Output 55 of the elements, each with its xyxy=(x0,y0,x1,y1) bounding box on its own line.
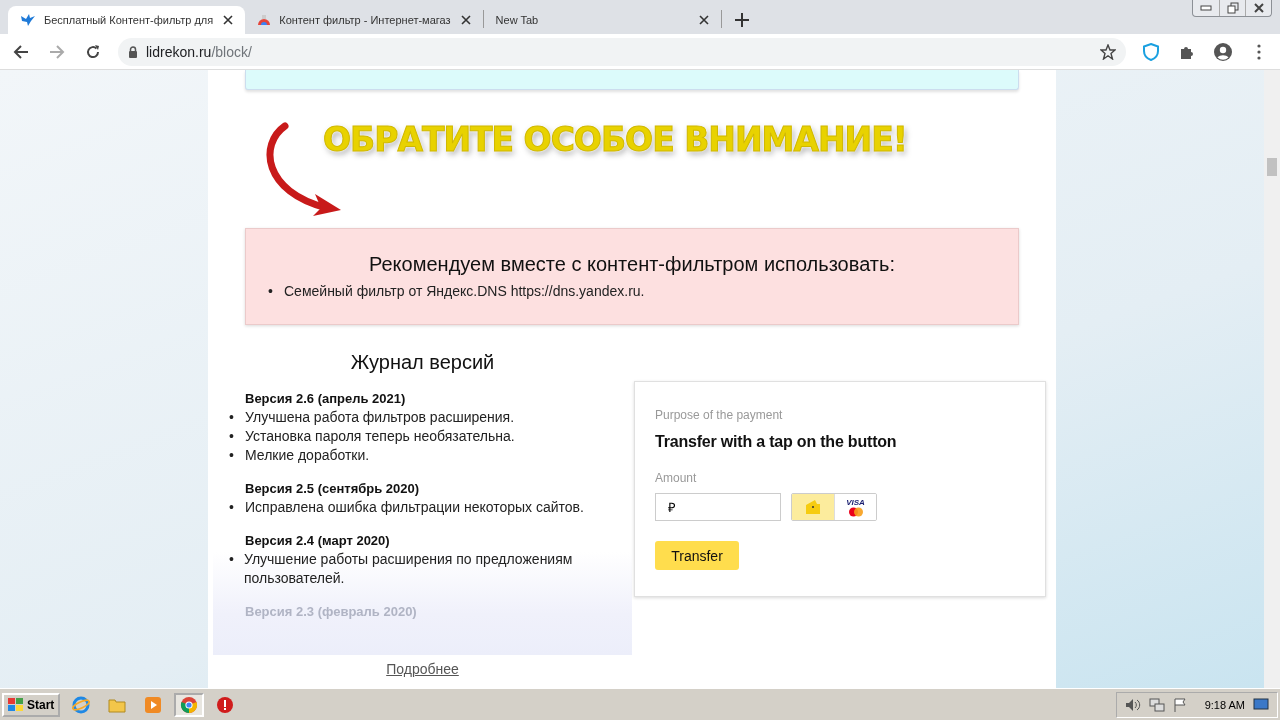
flag-icon[interactable] xyxy=(1172,697,1187,712)
profile-icon[interactable] xyxy=(1213,41,1233,62)
stop-icon[interactable] xyxy=(216,695,235,714)
close-icon[interactable] xyxy=(1252,3,1265,13)
recommendation-title: Рекомендуем вместе с контент-фильтром использовать: xyxy=(368,253,896,276)
plus-icon[interactable] xyxy=(734,13,749,27)
taskbar-app[interactable] xyxy=(174,692,205,717)
store-icon xyxy=(257,13,272,27)
browser-tab[interactable]: Бесплатный Контент-фильтр для xyxy=(8,6,246,34)
speaker-icon[interactable] xyxy=(1124,697,1141,712)
restore-icon[interactable] xyxy=(1226,2,1239,14)
changelog-item: • Исправлена ошибка фильтрации некоторых сайтов. xyxy=(229,498,584,517)
reload-icon[interactable] xyxy=(85,43,101,60)
media-player-icon[interactable] xyxy=(144,695,163,714)
card-brand: VISA xyxy=(846,497,865,507)
lock-icon xyxy=(128,45,138,58)
amount-field[interactable]: ₽ xyxy=(655,493,781,521)
changelog-title: Журнал версий xyxy=(349,351,496,375)
version-heading: Версия 2.5 (сентябрь 2020) xyxy=(244,480,421,498)
purpose-label: Purpose of the payment xyxy=(655,408,783,422)
star-icon[interactable] xyxy=(1100,43,1116,60)
version-heading: Версия 2.3 (февраль 2020) xyxy=(244,603,418,621)
banner-heading: ОБРАТИТЕ ОСОБОЕ ВНИМАНИЕ! xyxy=(322,119,908,161)
minimize-icon[interactable] xyxy=(1200,5,1212,11)
changelog-item: • Улучшена работа фильтров расширения. xyxy=(229,408,515,427)
browser-tab[interactable]: Контент фильтр - Интернет-магаз xyxy=(245,6,483,34)
shield-icon[interactable] xyxy=(1143,42,1159,61)
back-icon[interactable] xyxy=(13,43,29,60)
changelog-item: • Мелкие доработки. xyxy=(229,446,370,465)
wallet-icon xyxy=(805,499,821,515)
more-link[interactable]: Подробнее xyxy=(386,661,459,677)
amount-label: Amount xyxy=(655,471,697,485)
changelog-item: • Установка пароля теперь необязательна. xyxy=(229,427,515,446)
version-heading: Версия 2.6 (апрель 2021) xyxy=(244,390,407,408)
bird-icon xyxy=(20,13,36,27)
close-icon[interactable] xyxy=(223,15,234,25)
menu-icon[interactable] xyxy=(1257,43,1261,60)
close-icon[interactable] xyxy=(460,15,471,25)
transfer-button[interactable]: Transfer xyxy=(655,541,739,570)
version-heading: Версия 2.4 (март 2020) xyxy=(244,532,391,550)
clock[interactable]: 9:18 AM xyxy=(1204,698,1245,711)
mastercard-icon xyxy=(847,506,864,517)
chrome-icon[interactable] xyxy=(180,695,199,714)
address-bar[interactable]: lidrekon.ru/block/ xyxy=(118,37,1126,66)
changelog-item: • Улучшение работы расширения по предложениям пользователей. xyxy=(229,550,574,588)
recommendation-item: • Семейный фильтр от Яндекс.DNS https://dns.yandex.ru. xyxy=(268,282,645,301)
windows-logo-icon xyxy=(8,697,24,712)
start-button[interactable]: Start xyxy=(2,692,61,717)
payment-method[interactable]: VISA xyxy=(834,494,876,520)
browser-tab[interactable]: New Tab xyxy=(483,6,721,34)
scroll-thumb[interactable] xyxy=(1267,158,1277,176)
purpose-text: Transfer with a tap on the button xyxy=(655,433,897,451)
close-icon[interactable] xyxy=(698,15,709,25)
desktop-icon[interactable] xyxy=(1253,697,1269,712)
network-icon[interactable] xyxy=(1148,697,1165,712)
